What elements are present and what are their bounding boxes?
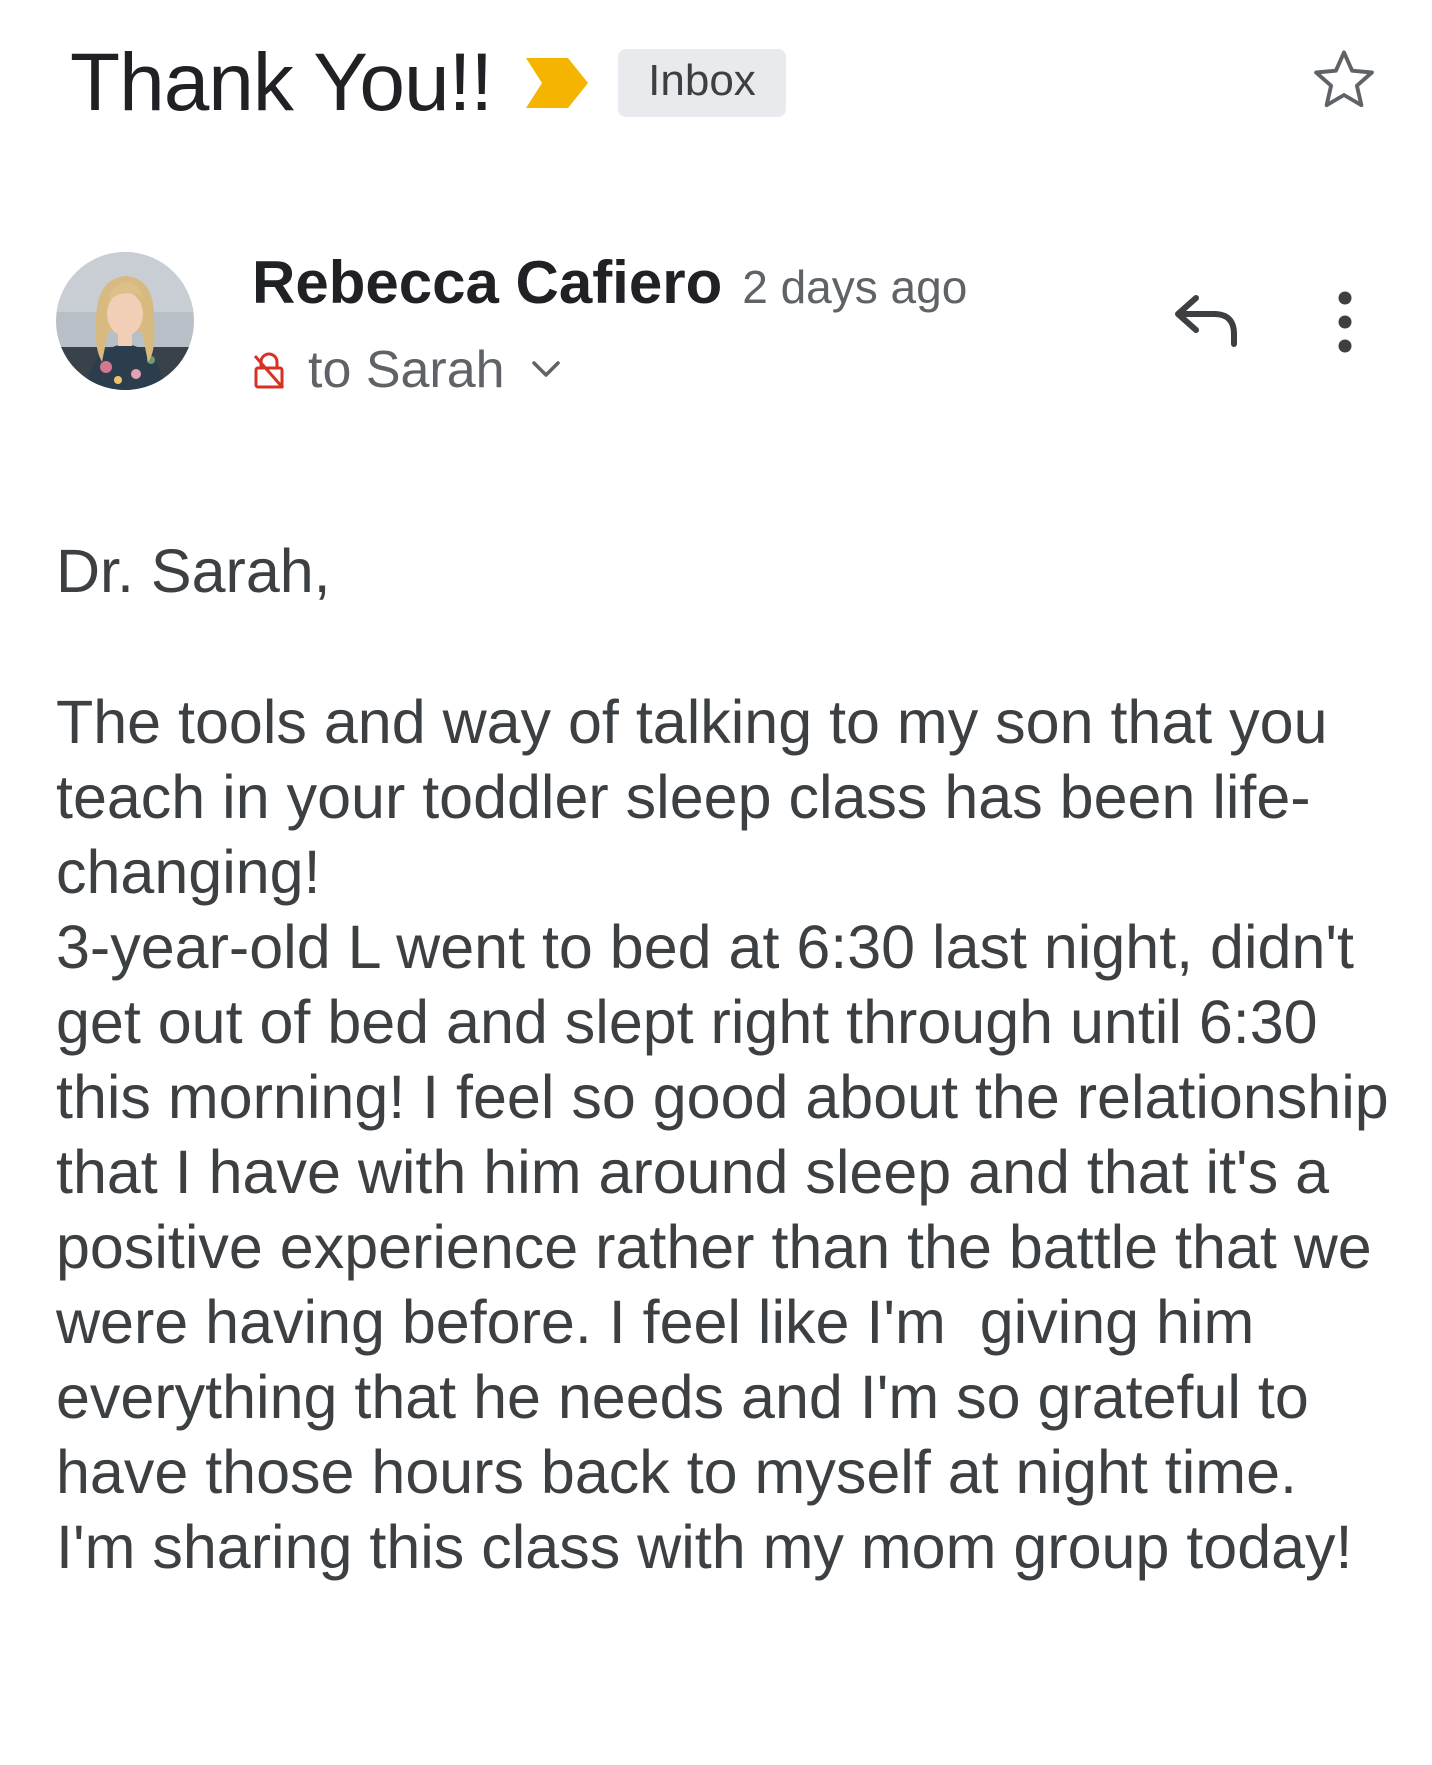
sender-name[interactable]: Rebecca Cafiero xyxy=(252,248,722,317)
sender-line: Rebecca Cafiero 2 days ago xyxy=(252,248,967,317)
chevron-down-icon xyxy=(531,361,560,377)
subject-row: Thank You!! Inbox xyxy=(70,37,1392,128)
sent-time: 2 days ago xyxy=(742,261,968,313)
body-greeting: Dr. Sarah, xyxy=(56,537,331,605)
recipient-details-toggle[interactable]: to Sarah xyxy=(252,340,561,400)
reply-icon[interactable] xyxy=(1172,290,1242,350)
body-paragraph: 3-year-old L went to bed at 6:30 last ni… xyxy=(56,913,1406,1581)
unencrypted-lock-icon xyxy=(253,352,285,389)
inbox-label-chip[interactable]: Inbox xyxy=(618,49,786,117)
star-outline-icon[interactable] xyxy=(1308,44,1380,116)
sender-avatar[interactable] xyxy=(56,252,194,390)
recipient-text: to Sarah xyxy=(308,341,505,399)
email-body: Dr. Sarah, The tools and way of talking … xyxy=(56,534,1396,1585)
body-paragraph: The tools and way of talking to my son t… xyxy=(56,688,1345,906)
more-vert-icon[interactable] xyxy=(1330,290,1360,354)
importance-marker-icon[interactable] xyxy=(526,58,589,108)
email-subject: Thank You!! xyxy=(70,37,493,128)
